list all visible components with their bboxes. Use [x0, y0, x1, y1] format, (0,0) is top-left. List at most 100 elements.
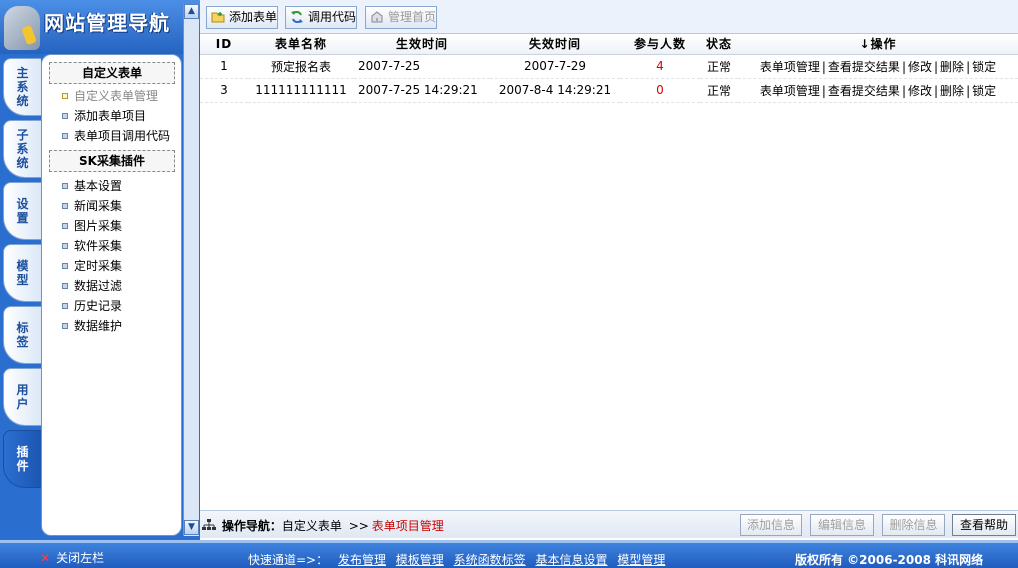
delete-link[interactable]: 删除 — [940, 84, 964, 98]
call-code-label: 调用代码 — [308, 10, 357, 24]
side-tab-main-system[interactable]: 主系统 — [3, 58, 41, 116]
view-results-link[interactable]: 查看提交结果 — [828, 84, 900, 98]
scroll-down-icon[interactable]: ▼ — [184, 520, 199, 535]
op-separator: | — [934, 59, 939, 74]
side-tab-label: 子系统 — [16, 128, 29, 170]
menu-section-sk-collect: SK采集插件 — [49, 150, 175, 172]
add-info-button[interactable]: 添加信息 — [740, 514, 802, 536]
op-separator: | — [966, 83, 971, 98]
op-separator: | — [821, 83, 826, 98]
refresh-icon — [291, 11, 303, 23]
logo-title: 网站管理导航 — [44, 11, 170, 35]
top-toolbar: 添加表单 调用代码 管理首页 — [200, 0, 1018, 34]
form-table: ID 表单名称 生效时间 失效时间 参与人数 状态 ↓操作 1 预定报名表 20… — [200, 34, 1018, 103]
bullet-icon — [62, 323, 68, 329]
op-separator: | — [901, 83, 906, 98]
quick-link-template[interactable]: 模板管理 — [396, 553, 444, 567]
edit-link[interactable]: 修改 — [908, 60, 932, 74]
bullet-icon — [62, 93, 68, 99]
lock-link[interactable]: 锁定 — [972, 60, 996, 74]
side-tab-label: 插件 — [16, 445, 29, 473]
quick-link-basic-info[interactable]: 基本信息设置 — [535, 553, 607, 567]
quick-link-model[interactable]: 模型管理 — [617, 553, 665, 567]
close-left-panel-button[interactable]: ✕ 关闭左栏 — [40, 549, 104, 566]
op-separator: | — [934, 83, 939, 98]
menu-item-label: 数据过滤 — [74, 279, 123, 293]
copyright: 版权所有 ©2006-2008 科讯网络 — [795, 553, 984, 567]
edit-info-button[interactable]: 编辑信息 — [810, 514, 874, 536]
menu-item-image-collect[interactable]: 图片采集 — [42, 216, 181, 236]
quick-link-publish[interactable]: 发布管理 — [338, 553, 386, 567]
admin-home-label: 管理首页 — [388, 10, 437, 24]
cell-form-name: 111111111111 — [248, 78, 354, 103]
col-operations: ↓操作 — [738, 34, 1018, 55]
delete-link[interactable]: 删除 — [940, 60, 964, 74]
cell-id: 3 — [200, 78, 248, 103]
menu-item-label: 添加表单项目 — [74, 109, 147, 123]
admin-home-button[interactable]: 管理首页 — [365, 6, 438, 29]
call-code-button[interactable]: 调用代码 — [285, 6, 358, 29]
table-header-row: ID 表单名称 生效时间 失效时间 参与人数 状态 ↓操作 — [200, 34, 1018, 55]
cell-status: 正常 — [700, 78, 738, 103]
home-icon — [371, 11, 383, 23]
edit-link[interactable]: 修改 — [908, 84, 932, 98]
side-tab-label: 设置 — [16, 197, 29, 225]
side-tab-tags[interactable]: 标签 — [3, 306, 41, 364]
menu-item-basic-settings[interactable]: 基本设置 — [42, 176, 181, 196]
menu-item-label: 定时采集 — [74, 259, 123, 273]
menu-item-label: 基本设置 — [74, 179, 123, 193]
scroll-up-icon[interactable]: ▲ — [184, 4, 199, 19]
table-row: 3 111111111111 2007-7-25 14:29:21 2007-8… — [200, 78, 1018, 103]
side-tab-plugins[interactable]: 插件 — [3, 430, 41, 488]
bullet-icon — [62, 203, 68, 209]
close-icon: ✕ — [40, 551, 51, 565]
left-navigation: 网站管理导航 主系统 子系统 设置 模型 标签 用户 插件 自定义表单 自定义表… — [0, 0, 200, 540]
site-logo: 网站管理导航 — [0, 0, 200, 54]
breadcrumb-arrow: >> — [348, 519, 369, 533]
side-tab-model[interactable]: 模型 — [3, 244, 41, 302]
op-separator: | — [821, 59, 826, 74]
quick-link-function-tags[interactable]: 系统函数标签 — [454, 553, 526, 567]
bullet-icon — [62, 243, 68, 249]
delete-info-button[interactable]: 删除信息 — [882, 514, 945, 536]
menu-item-form-call-code[interactable]: 表单项目调用代码 — [42, 126, 181, 146]
menu-item-add-form-item[interactable]: 添加表单项目 — [42, 106, 181, 126]
op-separator: | — [901, 59, 906, 74]
breadcrumb: 操作导航：自定义表单 >> 表单项目管理 — [202, 517, 444, 534]
menu-item-custom-form-manage[interactable]: 自定义表单管理 — [42, 86, 181, 106]
menu-item-news-collect[interactable]: 新闻采集 — [42, 196, 181, 216]
menu-item-history[interactable]: 历史记录 — [42, 296, 181, 316]
menu-item-data-filter[interactable]: 数据过滤 — [42, 276, 181, 296]
add-form-button[interactable]: 添加表单 — [206, 6, 279, 29]
form-list-area: ID 表单名称 生效时间 失效时间 参与人数 状态 ↓操作 1 预定报名表 20… — [200, 34, 1018, 510]
breadcrumb-current: 表单项目管理 — [371, 519, 444, 533]
view-help-button[interactable]: 查看帮助 — [952, 514, 1016, 536]
folder-add-icon — [211, 12, 225, 23]
menu-scrollbar[interactable]: ▲ ▼ — [183, 4, 199, 536]
menu-item-label: 软件采集 — [74, 239, 123, 253]
side-tab-strip: 主系统 子系统 设置 模型 标签 用户 插件 — [0, 56, 42, 496]
side-tab-sub-system[interactable]: 子系统 — [3, 120, 41, 178]
menu-item-timed-collect[interactable]: 定时采集 — [42, 256, 181, 276]
side-tab-users[interactable]: 用户 — [3, 368, 41, 426]
bullet-icon — [62, 183, 68, 189]
lock-link[interactable]: 锁定 — [972, 84, 996, 98]
side-tab-settings[interactable]: 设置 — [3, 182, 41, 240]
menu-item-label: 表单项目调用代码 — [74, 129, 171, 143]
side-tab-label: 主系统 — [16, 66, 29, 108]
admin-figure-icon — [4, 6, 40, 50]
breadcrumb-label: 操作导航： — [221, 519, 282, 533]
cell-status: 正常 — [700, 54, 738, 79]
manage-items-link[interactable]: 表单项管理 — [760, 84, 820, 98]
side-tab-label: 用户 — [16, 383, 29, 411]
menu-section-custom-form: 自定义表单 — [49, 62, 175, 84]
view-results-link[interactable]: 查看提交结果 — [828, 60, 900, 74]
bullet-icon — [62, 263, 68, 269]
menu-item-software-collect[interactable]: 软件采集 — [42, 236, 181, 256]
add-form-label: 添加表单 — [229, 10, 278, 24]
sitemap-icon — [202, 519, 216, 530]
breadcrumb-custom-form[interactable]: 自定义表单 — [282, 519, 342, 533]
manage-items-link[interactable]: 表单项管理 — [760, 60, 820, 74]
cell-end-time: 2007-8-4 14:29:21 — [490, 78, 620, 103]
menu-item-data-maintenance[interactable]: 数据维护 — [42, 316, 181, 336]
